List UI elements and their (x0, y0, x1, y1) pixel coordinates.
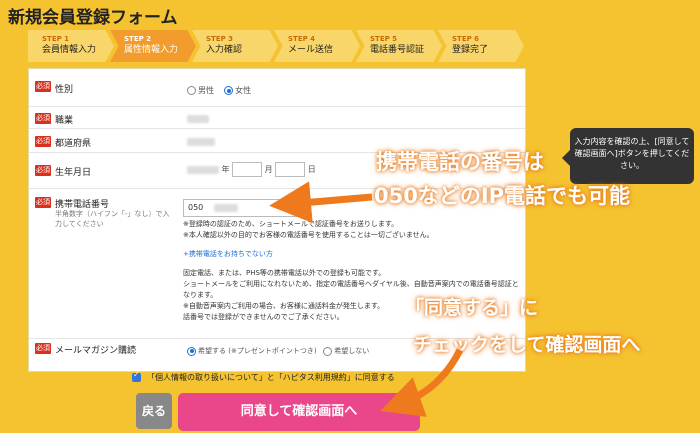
prefecture-value[interactable] (187, 137, 215, 146)
step-6: STEP 6 登録完了 (438, 30, 524, 62)
gender-options: 男性 女性 (187, 85, 251, 96)
required-badge: 必須 (35, 343, 51, 354)
step-4: STEP 4 メール送信 (274, 30, 360, 62)
newsletter-option-label: 希望する (※プレゼントポイントつき) (198, 347, 317, 355)
year-unit: 年 (221, 165, 230, 174)
phone-input-value: 050 (188, 203, 204, 212)
gender-row: 必須 性別 男性 女性 (29, 69, 525, 107)
step-number: STEP 3 (206, 35, 234, 43)
birthdate-fields: 年 月 日 (187, 162, 316, 177)
step-label: 登録完了 (452, 45, 489, 55)
step-1: STEP 1 会員情報入力 (28, 30, 114, 62)
required-badge: 必須 (35, 165, 51, 176)
occupation-label: 職業 (55, 116, 74, 126)
registration-form: 必須 性別 男性 女性 必須 職業 必須 都道府県 必須 生年月日 年 月 日 … (28, 68, 526, 372)
occupation-row: 必須 職業 (29, 107, 525, 129)
newsletter-option-label: 希望しない (334, 347, 370, 355)
consent-label: 「個人情報の取り扱いについて」と「ハピタス利用規約」に同意する (147, 373, 395, 382)
step-2: STEP 2 属性情報入力 (110, 30, 196, 62)
consent-checkbox[interactable] (132, 370, 141, 382)
step-progress: STEP 1 会員情報入力 STEP 2 属性情報入力 STEP 3 入力確認 … (28, 30, 528, 62)
birth-year-input[interactable] (187, 165, 219, 174)
newsletter-label: メールマガジン購読 (55, 346, 137, 356)
step-label: 電話番号認証 (370, 45, 425, 55)
step-label: メール送信 (288, 45, 334, 55)
required-badge: 必須 (35, 81, 51, 92)
no-mobile-link[interactable]: +携帯電話をお持ちでない方 (183, 249, 519, 260)
step-number: STEP 4 (288, 35, 316, 43)
phone-note: ※登録時の認証のため、ショートメールで認証番号をお送りします。 (183, 220, 399, 228)
step-number: STEP 2 (124, 35, 152, 43)
gender-radio-male[interactable] (187, 86, 196, 95)
step-number: STEP 5 (370, 35, 398, 43)
back-button[interactable]: 戻る (136, 393, 172, 429)
callout-agree-line2: チェックをして確認画面へ (413, 334, 641, 356)
callout-ip-phone-line2: 050などのIP電話でも可能 (374, 184, 631, 208)
newsletter-radio-yes[interactable] (187, 346, 196, 356)
birth-day-input[interactable] (275, 162, 306, 177)
callout-agree-line1: 「同意する」に (405, 297, 539, 319)
phone-note: ※本人確認以外の目的でお客様の電話番号を使用することは一切ございません。 (183, 231, 434, 239)
month-unit: 月 (264, 165, 273, 174)
consent-row[interactable]: 「個人情報の取り扱いについて」と「ハピタス利用規約」に同意する (132, 370, 395, 383)
gender-option-label: 男性 (198, 86, 214, 95)
step-label: 入力確認 (206, 45, 243, 55)
occupation-value[interactable] (187, 114, 209, 123)
newsletter-radio-no[interactable] (323, 346, 333, 356)
step-number: STEP 6 (452, 35, 480, 43)
gender-label: 性別 (55, 85, 74, 95)
phone-hint: 半角数字（ハイフン「-」なし）で入力してください (55, 210, 170, 228)
confirm-tooltip: 入力内容を確認の上、[同意して確認画面へ]ボタンを押してください。 (562, 128, 694, 184)
step-label: 属性情報入力 (124, 45, 179, 55)
gender-option-label: 女性 (235, 86, 252, 95)
gender-radio-female[interactable] (224, 86, 234, 95)
day-unit: 日 (307, 165, 316, 174)
required-badge: 必須 (35, 113, 51, 124)
step-5: STEP 5 電話番号認証 (356, 30, 442, 62)
birthdate-label: 生年月日 (55, 168, 92, 178)
page-title: 新規会員登録フォーム (8, 8, 178, 28)
step-label: 会員情報入力 (42, 45, 97, 55)
required-badge: 必須 (35, 136, 51, 147)
prefecture-label: 都道府県 (55, 139, 92, 149)
agree-confirm-button[interactable]: 同意して確認画面へ (178, 393, 420, 431)
callout-ip-phone-line1: 携帯電話の番号は (376, 150, 544, 174)
required-badge: 必須 (35, 197, 51, 208)
newsletter-options: 希望する (※プレゼントポイントつき) 希望しない (187, 346, 369, 356)
phone-info: 固定電話、または、PHS等の携帯電話以外での登録も可能です。 (183, 269, 386, 277)
step-number: STEP 1 (42, 35, 70, 43)
step-3: STEP 3 入力確認 (192, 30, 278, 62)
birth-month-input[interactable] (232, 162, 263, 177)
phone-input[interactable]: 050 (183, 199, 303, 217)
